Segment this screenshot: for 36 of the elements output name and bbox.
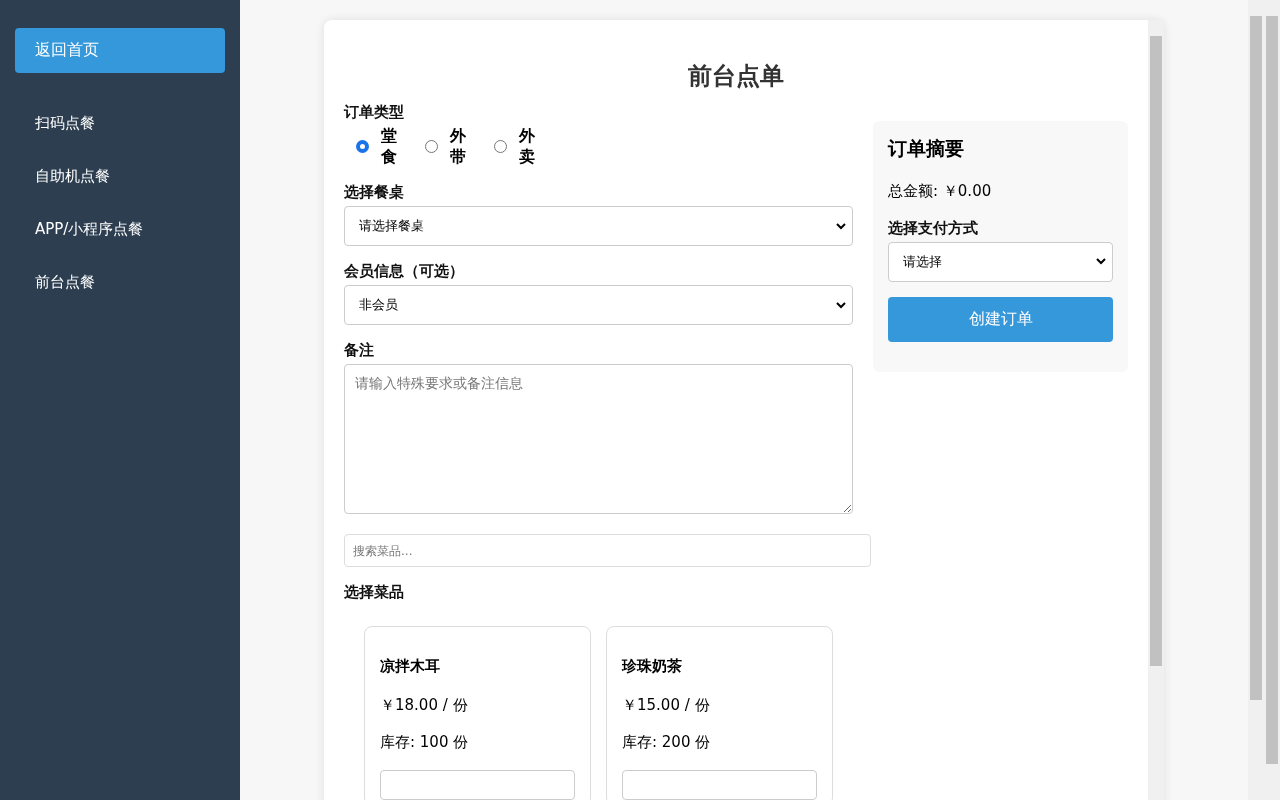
dish-price: ￥18.00 / 份 <box>380 696 469 716</box>
table-select[interactable]: 请选择餐桌 <box>344 206 853 247</box>
radio-label: 外带 <box>450 125 466 168</box>
search-field[interactable]: 搜索菜品... <box>344 534 871 568</box>
dish-price: ￥15.00 / 份 <box>622 696 711 716</box>
radio-label: 外卖 <box>519 125 535 168</box>
radio-button[interactable] <box>425 140 438 154</box>
chevron-down-icon <box>836 222 846 230</box>
total-amount: 总金额: ￥0.00 <box>888 181 993 201</box>
remarks-field[interactable]: 请输入特殊要求或备注信息 <box>344 364 853 515</box>
field-label: 选择支付方式 <box>888 218 979 238</box>
sidebar-item[interactable]: 自助机点餐 <box>15 150 225 203</box>
field-label: 订单类型 <box>344 102 405 122</box>
quantity-field[interactable] <box>380 770 575 800</box>
section-label: 选择菜品 <box>344 583 405 603</box>
payment-select[interactable]: 请选择 <box>888 241 1113 282</box>
chevron-down-icon <box>1096 258 1106 266</box>
member-select[interactable]: 非会员 <box>344 285 853 326</box>
summary-title: 订单摘要 <box>888 135 965 161</box>
dish-stock: 库存: 100 份 <box>380 733 470 753</box>
radio-label: 堂食 <box>381 125 397 168</box>
radio-button[interactable] <box>356 140 369 154</box>
sidebar-item[interactable]: 扫码点餐 <box>15 97 225 150</box>
field-label: 备注 <box>344 341 375 361</box>
radio-button[interactable] <box>494 140 507 154</box>
dish-name: 珍珠奶茶 <box>622 657 683 677</box>
quantity-field[interactable] <box>622 770 817 800</box>
chevron-down-icon <box>836 301 846 309</box>
field-label: 会员信息（可选） <box>344 262 465 282</box>
dish-name: 凉拌木耳 <box>380 657 441 677</box>
field-label: 选择餐桌 <box>344 183 405 203</box>
scrollbar[interactable] <box>1148 20 1164 800</box>
dish-stock: 库存: 200 份 <box>622 733 712 753</box>
page-title: 前台点单 <box>687 62 785 91</box>
sidebar-item[interactable]: 前台点餐 <box>15 256 225 309</box>
sidebar-item[interactable]: APP/小程序点餐 <box>15 203 225 256</box>
